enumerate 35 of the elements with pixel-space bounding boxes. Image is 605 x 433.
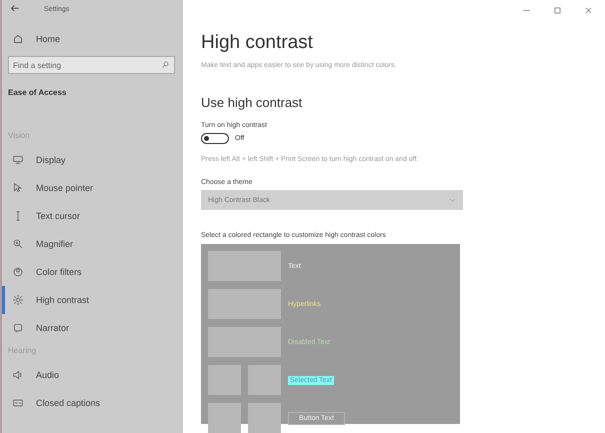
category-title: Ease of Access	[8, 88, 68, 97]
page-title: High contrast	[201, 32, 314, 54]
monitor-icon	[13, 155, 23, 165]
maximize-icon	[553, 6, 562, 15]
section-heading: Use high contrast	[201, 95, 304, 110]
captions-icon	[13, 398, 23, 408]
sidebar-item[interactable]: Mouse pointer	[2, 174, 183, 202]
color-swatch[interactable]	[248, 403, 281, 433]
color-swatch[interactable]	[208, 289, 281, 319]
sidebar-item[interactable]: Text cursor	[2, 202, 183, 230]
close-icon	[584, 6, 593, 15]
color-swatch[interactable]	[208, 327, 281, 357]
sidebar-item[interactable]: Magnifier	[2, 230, 183, 258]
sidebar-item[interactable]: Closed captions	[2, 389, 183, 417]
speech-icon	[13, 323, 23, 333]
color-swatch[interactable]	[208, 251, 281, 281]
search-field[interactable]: Find a setting	[8, 56, 175, 74]
magnifier-icon	[13, 239, 23, 249]
sidebar-item[interactable]: Narrator	[2, 314, 183, 342]
sidebar-item[interactable]: Color filters	[2, 258, 183, 286]
sidebar-item[interactable]: Audio	[2, 361, 183, 389]
color-swatch[interactable]	[248, 365, 281, 395]
sidebar-item[interactable]: Display	[2, 146, 183, 174]
search-icon	[162, 61, 170, 69]
color-swatch[interactable]	[208, 403, 241, 433]
speaker-icon	[13, 370, 23, 380]
home-link[interactable]: Home	[2, 26, 183, 52]
chevron-icon	[449, 196, 456, 204]
back-arrow-icon	[10, 4, 20, 14]
home-icon	[13, 34, 23, 44]
sun-icon	[13, 295, 23, 305]
color-swatch[interactable]	[208, 365, 241, 395]
mouse-pointer-icon	[13, 183, 23, 193]
toggle-switch[interactable]	[201, 133, 229, 144]
color-filter-icon	[13, 267, 23, 277]
